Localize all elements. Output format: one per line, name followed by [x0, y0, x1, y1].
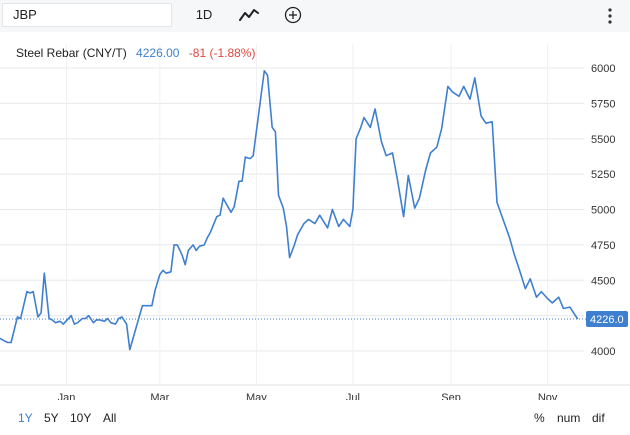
- chart-grid: [0, 44, 630, 386]
- range-10y-button[interactable]: 10Y: [70, 411, 91, 425]
- series-name: Steel Rebar (CNY/T): [16, 46, 127, 60]
- series-change: -81 (-1.88%): [188, 46, 256, 60]
- series-line: [0, 70, 579, 351]
- mode-dif-button[interactable]: dif: [592, 411, 605, 425]
- y-tick-label: 5000: [591, 205, 615, 217]
- x-tick-label: Sep: [441, 392, 461, 400]
- plus-circle-icon[interactable]: [281, 4, 305, 26]
- x-tick-label: Mar: [150, 392, 169, 400]
- y-tick-label: 6000: [591, 63, 615, 75]
- y-tick-label: 5250: [591, 169, 615, 181]
- interval-button[interactable]: 1D: [186, 3, 222, 27]
- chart-toolbar: JBP 1D: [0, 0, 630, 32]
- y-tick-label: 5500: [591, 134, 615, 146]
- mode-num-button[interactable]: num: [557, 411, 580, 425]
- range-5y-button[interactable]: 5Y: [44, 411, 59, 425]
- vertical-dots-icon[interactable]: [602, 4, 618, 28]
- series-last-price: 4226.00: [136, 46, 180, 60]
- x-tick-label: May: [246, 392, 267, 400]
- last-price-tag-label: 4226.0: [590, 314, 624, 326]
- range-bar: 1Y 5Y 10Y All % num dif: [0, 408, 630, 432]
- range-all-button[interactable]: All: [103, 411, 116, 425]
- last-price-tag: 4226.0: [586, 311, 628, 328]
- y-tick-label: 5750: [591, 98, 615, 110]
- range-1y-button[interactable]: 1Y: [18, 411, 33, 425]
- chart-area[interactable]: 400042504500475050005250550057506000 Jan…: [0, 32, 630, 404]
- x-tick-label: Jul: [346, 392, 360, 400]
- y-tick-label: 4750: [591, 240, 615, 252]
- line-chart-icon[interactable]: [236, 4, 262, 26]
- y-tick-label: 4000: [591, 346, 615, 358]
- price-chart[interactable]: 400042504500475050005250550057506000 Jan…: [0, 32, 630, 404]
- y-tick-label: 4500: [591, 275, 615, 287]
- x-axis: Jan Mar May Jul Sep Nov: [58, 392, 558, 404]
- symbol-search-input[interactable]: JBP: [2, 3, 172, 27]
- series-legend: Steel Rebar (CNY/T) 4226.00 -81 (-1.88%): [16, 46, 255, 60]
- x-tick-label: Jan: [58, 392, 76, 400]
- x-tick-label: Nov: [538, 392, 558, 400]
- mode-percent-button[interactable]: %: [534, 411, 545, 425]
